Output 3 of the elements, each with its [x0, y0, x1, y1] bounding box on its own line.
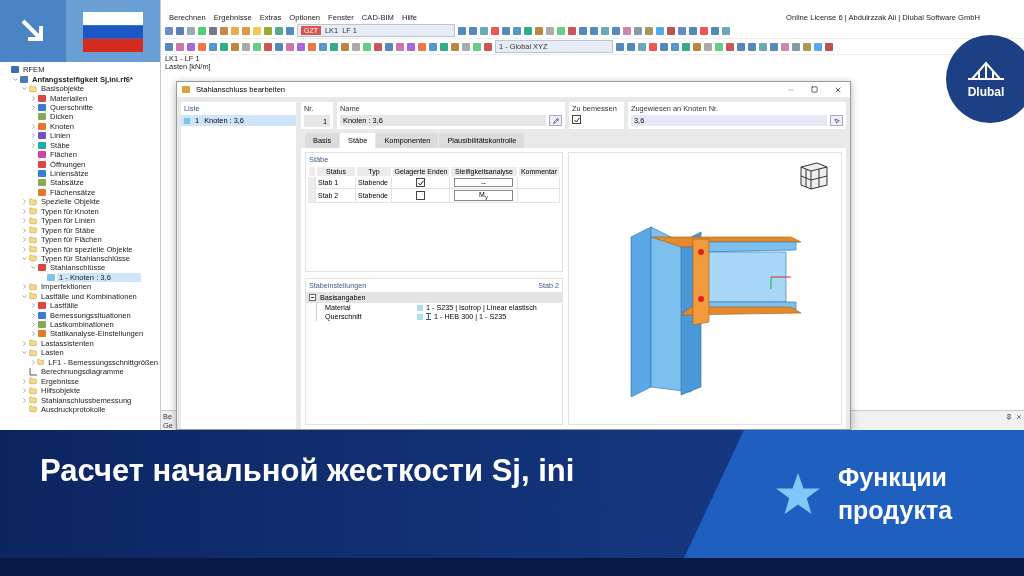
logo-text: Dlubal	[967, 85, 1005, 99]
banner-title: Расчет начальной жесткости Sj, ini	[39, 452, 576, 490]
feature-label: Функции продукта	[838, 462, 954, 526]
